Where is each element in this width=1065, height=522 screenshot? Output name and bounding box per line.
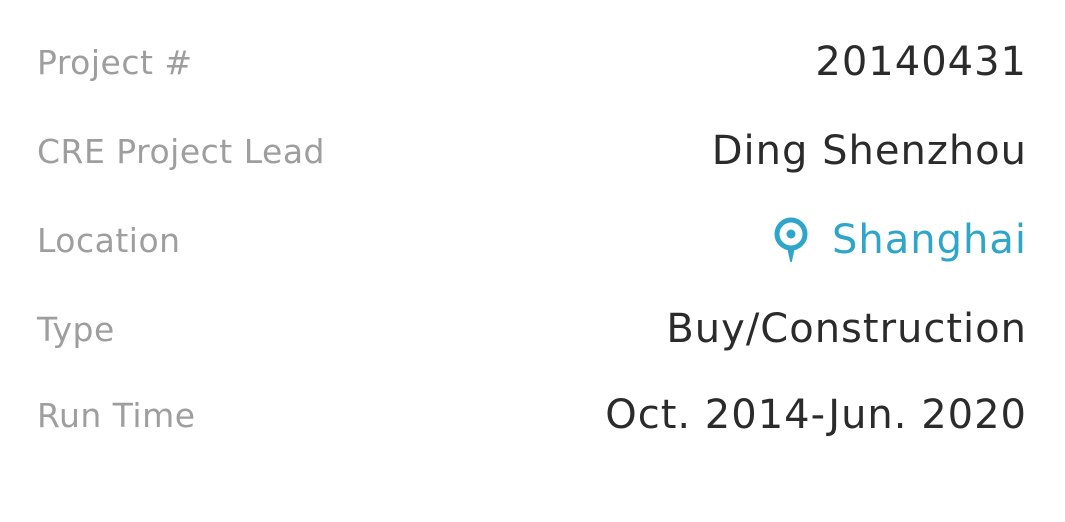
run-time-label: Run Time <box>37 395 196 435</box>
type-label: Type <box>37 309 115 349</box>
type-row: Type Buy/Construction <box>37 306 1027 352</box>
location-pin-icon <box>772 217 810 263</box>
type-value: Buy/Construction <box>666 306 1027 352</box>
run-time-value: Oct. 2014-Jun. 2020 <box>605 392 1027 438</box>
project-number-label: Project # <box>37 42 193 82</box>
run-time-row: Run Time Oct. 2014-Jun. 2020 <box>37 392 1027 438</box>
project-details: Project # 20140431 CRE Project Lead Ding… <box>37 39 1027 482</box>
location-row: Location Shanghai <box>37 217 1027 263</box>
location-value: Shanghai <box>832 217 1027 263</box>
location-link[interactable]: Shanghai <box>772 217 1027 263</box>
location-label: Location <box>37 220 181 260</box>
project-lead-row: CRE Project Lead Ding Shenzhou <box>37 128 1027 174</box>
project-lead-value: Ding Shenzhou <box>711 128 1027 174</box>
project-number-row: Project # 20140431 <box>37 39 1027 85</box>
project-number-value: 20140431 <box>815 39 1027 85</box>
project-lead-label: CRE Project Lead <box>37 131 325 171</box>
